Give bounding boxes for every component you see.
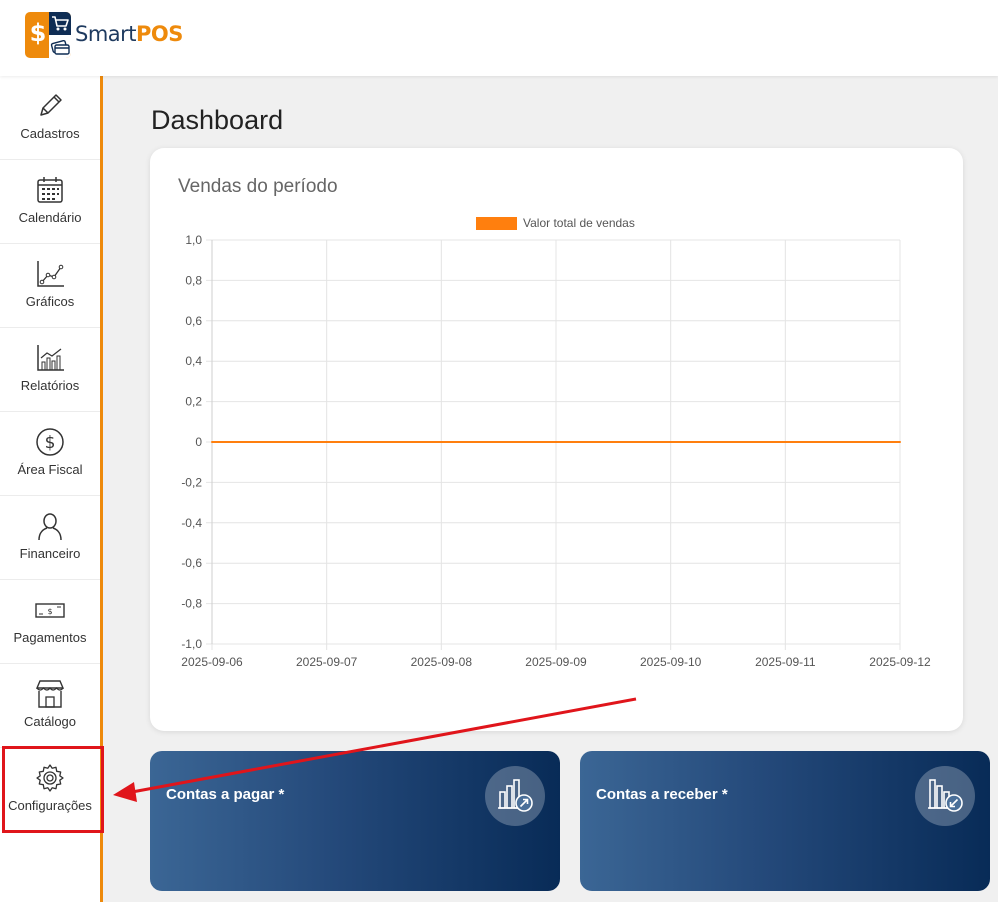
sidebar-item-configuracoes[interactable]: Configurações — [0, 748, 100, 832]
data-point — [440, 441, 443, 443]
sidebar-item-cadastros[interactable]: Cadastros — [0, 76, 100, 160]
bar-chart-icon — [37, 345, 64, 371]
card-icon — [49, 35, 71, 58]
brand-name: SmartPOS — [75, 22, 183, 46]
sidebar-item-relatorios[interactable]: Relatórios — [0, 328, 100, 412]
y-tick-label: 1,0 — [185, 233, 202, 247]
brand-name-part1: Smart — [75, 22, 137, 46]
page-title: Dashboard — [151, 105, 284, 135]
sidebar-item-pagamentos[interactable]: $ Pagamentos — [0, 580, 100, 664]
data-point — [555, 441, 557, 443]
pencil-icon — [40, 94, 62, 116]
x-tick-label: 2025-09-08 — [411, 655, 473, 669]
data-point — [669, 441, 672, 443]
data-point — [325, 441, 328, 443]
line-chart-icon — [37, 261, 64, 287]
x-tick-label: 2025-09-06 — [181, 655, 243, 669]
y-tick-label: -0,4 — [181, 516, 202, 530]
x-tick-label: 2025-09-11 — [755, 655, 816, 669]
sidebar-item-label: Cadastros — [20, 126, 80, 141]
top-bar: $ SmartPOS — [0, 0, 998, 76]
banknote-icon: $ — [35, 603, 65, 618]
dollar-circle-icon: $ — [36, 428, 64, 456]
accounts-receivable-label: Contas a receber * — [596, 786, 728, 803]
sidebar-item-label: Área Fiscal — [17, 462, 83, 477]
sales-line-chart: Valor total de vendas 1,0 0,8 0,6 0,4 0,2 0 -0,… — [181, 216, 931, 669]
sidebar-item-catalogo[interactable]: Catálogo — [0, 664, 100, 748]
y-tick-label: 0,6 — [185, 314, 202, 328]
sidebar: Cadastros Calendário Gráficos Relatórios — [0, 76, 103, 902]
x-tick-label: 2025-09-09 — [525, 655, 587, 669]
cart-icon — [49, 12, 71, 35]
sidebar-item-label: Gráficos — [25, 294, 75, 309]
dollar-sign-icon: $ — [29, 19, 47, 47]
bar-chart-arrow-down-icon — [915, 766, 975, 826]
y-tick-label: -0,8 — [181, 597, 202, 611]
accounts-receivable-card[interactable]: Contas a receber * — [580, 751, 990, 891]
data-point — [899, 441, 901, 443]
legend-swatch — [476, 217, 517, 230]
sidebar-item-label: Pagamentos — [13, 630, 87, 645]
y-tick-label: 0,8 — [185, 273, 202, 287]
brand-name-part2: POS — [136, 22, 183, 46]
y-tick-label: 0,2 — [185, 395, 202, 409]
y-tick-label: -1,0 — [181, 637, 202, 651]
accounts-payable-label: Contas a pagar * — [166, 786, 285, 803]
sidebar-item-area-fiscal[interactable]: $ Área Fiscal — [0, 412, 100, 496]
x-tick-label: 2025-09-12 — [869, 655, 931, 669]
data-point — [784, 441, 787, 443]
sidebar-item-calendario[interactable]: Calendário — [0, 160, 100, 244]
sidebar-item-label: Financeiro — [19, 546, 81, 561]
x-tick-label: 2025-09-07 — [296, 655, 358, 669]
sidebar-item-graficos[interactable]: Gráficos — [0, 244, 100, 328]
sales-chart-card: Vendas do período Valor total de vendas 1… — [150, 148, 963, 731]
bar-chart-arrow-up-icon — [485, 766, 545, 826]
accounts-payable-card[interactable]: Contas a pagar * — [150, 751, 560, 891]
smartpos-logo[interactable]: $ — [25, 12, 71, 58]
sidebar-item-label: Calendário — [18, 210, 82, 225]
sidebar-item-label: Configurações — [8, 798, 92, 813]
sidebar-item-label: Relatórios — [20, 378, 80, 393]
storefront-icon — [35, 680, 65, 708]
sidebar-item-label: Catálogo — [23, 714, 77, 729]
y-tick-label: -0,2 — [181, 475, 202, 489]
x-tick-label: 2025-09-10 — [640, 655, 702, 669]
data-point — [211, 441, 213, 443]
y-tick-label: 0,4 — [185, 354, 202, 368]
gear-icon — [36, 764, 64, 792]
sidebar-item-financeiro[interactable]: Financeiro — [0, 496, 100, 580]
y-tick-label: -0,6 — [181, 556, 202, 570]
legend-label: Valor total de vendas — [523, 216, 635, 230]
svg-text:$: $ — [47, 607, 52, 616]
y-tick-label: 0 — [195, 435, 202, 449]
person-icon — [38, 513, 62, 541]
calendar-icon — [37, 177, 63, 203]
svg-text:$: $ — [45, 433, 56, 453]
